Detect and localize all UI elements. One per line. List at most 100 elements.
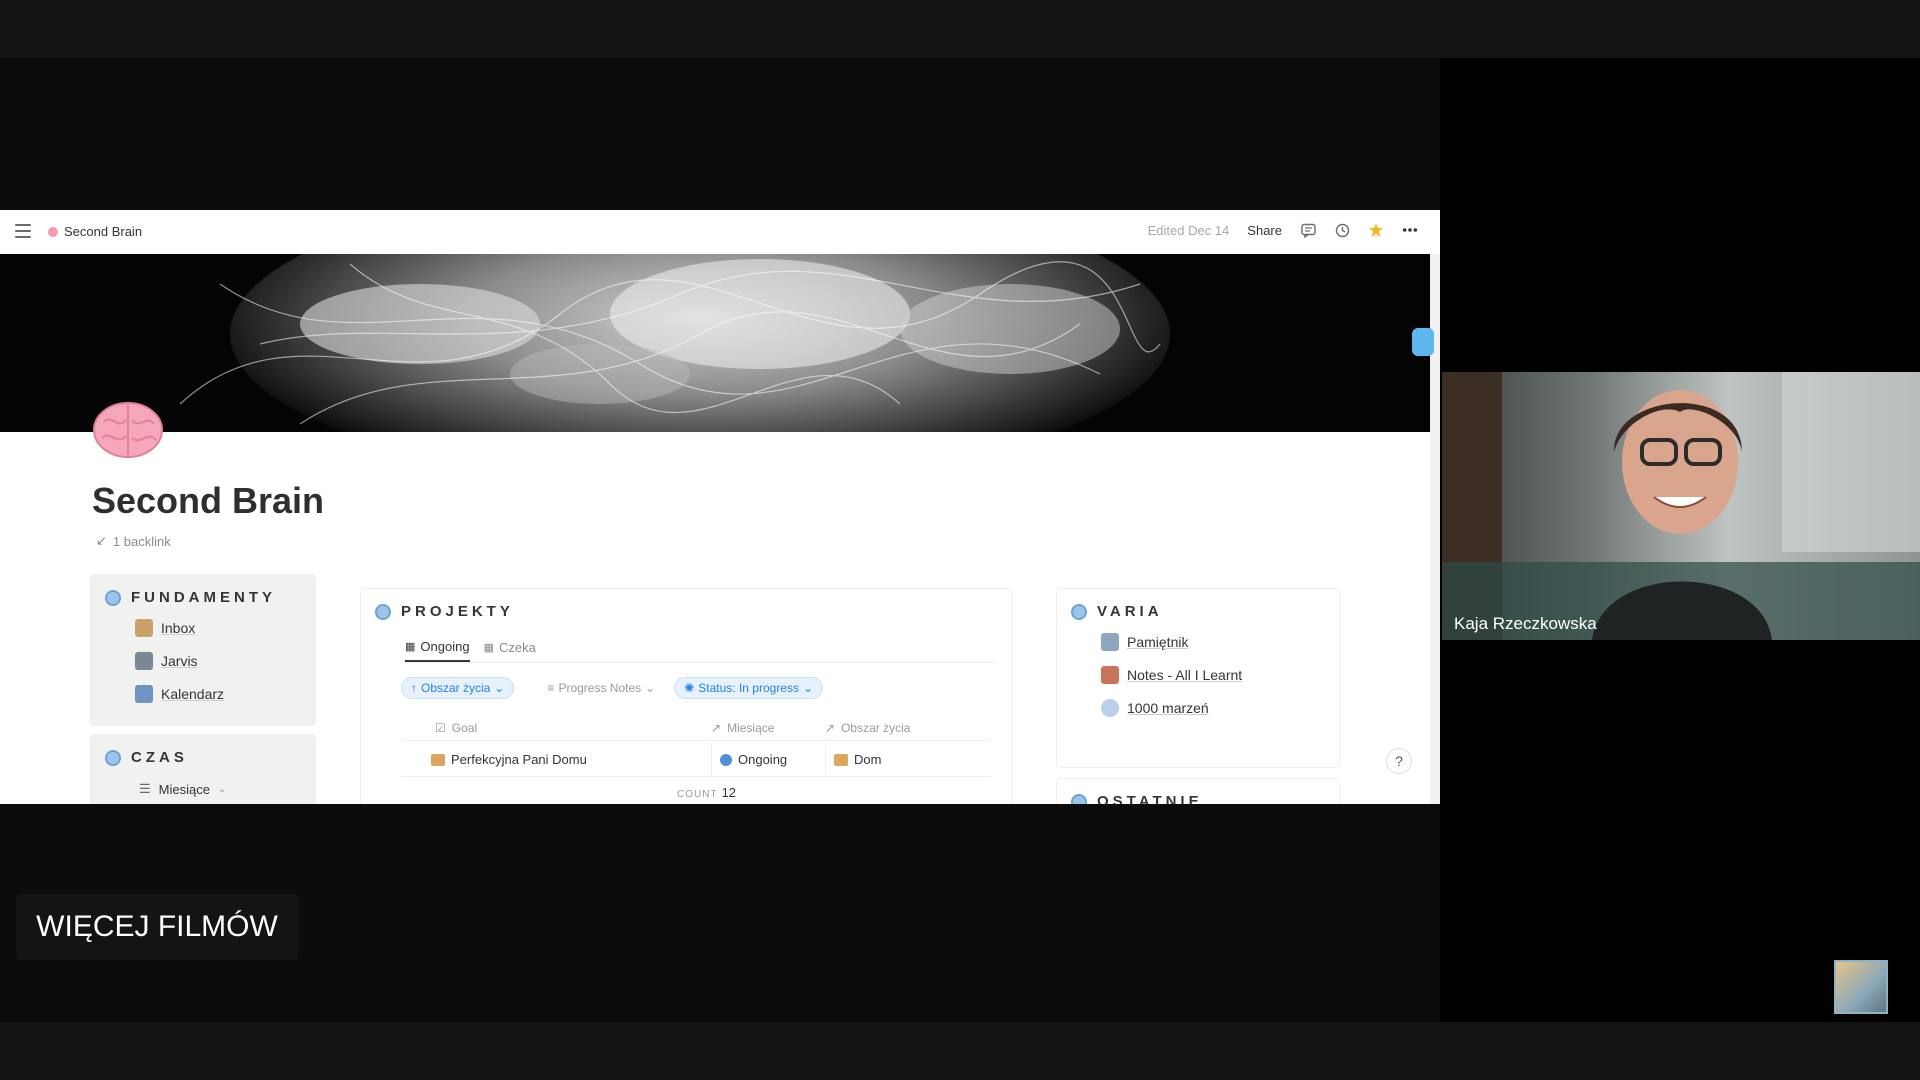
view-label: Miesiące [158, 781, 210, 797]
varia-card: VARIA Pamiętnik Notes - All I Learnt 100… [1056, 588, 1340, 768]
column-miesiace[interactable]: ↗ Miesiące [711, 715, 825, 740]
item-label: Notes - All I Learnt [1127, 667, 1243, 683]
checkbox-icon: ☑ [435, 720, 446, 735]
czas-heading: CZAS [105, 749, 188, 766]
varia-heading: VARIA [1071, 603, 1163, 620]
house-icon [834, 753, 848, 766]
inbox-icon [135, 619, 153, 637]
globe-icon [1071, 793, 1087, 804]
brain-icon [48, 226, 58, 237]
relation-arrow-icon: ↗ [825, 720, 836, 735]
view-tabs: ▦ Ongoing ▦ Czeka [405, 639, 995, 663]
goal-label: Perfekcyjna Pani Domu [451, 752, 587, 767]
count-label: COUNT [677, 789, 718, 800]
speaker-video: Kaja Rzeczkowska [1442, 372, 1920, 640]
tab-ongoing[interactable]: ▦ Ongoing [405, 639, 470, 662]
channel-avatar[interactable] [1834, 960, 1888, 1014]
table-icon: ▦ [405, 641, 416, 653]
globe-icon [105, 589, 121, 606]
projekty-heading: PROJEKTY [375, 603, 514, 620]
edited-timestamp: Edited Dec 14 [1147, 222, 1230, 238]
backlink-label: 1 backlink [112, 533, 171, 549]
comment-icon[interactable] [1300, 222, 1316, 238]
table-row[interactable]: Perfekcyjna Pani Domu Ongoing Dom [401, 743, 991, 777]
page-title: Second Brain [92, 480, 325, 521]
column-label: Goal [451, 720, 478, 735]
tab-label: Czeka [498, 640, 536, 655]
backlink-arrow-icon: ↙ [96, 533, 107, 548]
czas-view-selector[interactable]: ☰ Miesiące ⌄ [139, 781, 226, 797]
notion-topbar: Second Brain Edited Dec 14 Share [0, 210, 1440, 254]
chevron-down-icon: ⌄ [645, 681, 656, 695]
projekty-title: PROJEKTY [401, 603, 514, 620]
column-goal[interactable]: ☑ Goal [401, 715, 711, 740]
backlink[interactable]: ↙ 1 backlink [96, 533, 171, 549]
fundamenty-item-jarvis[interactable]: Jarvis [135, 652, 198, 670]
area-label: Dom [854, 752, 882, 767]
menu-icon[interactable] [15, 224, 31, 238]
ostatnie-heading: OSTATNIE [1071, 793, 1203, 804]
filter-progress-notes[interactable]: ≡ Progress Notes ⌄ [538, 677, 664, 699]
topbar-actions: Edited Dec 14 Share [1148, 222, 1418, 238]
projekty-card: PROJEKTY ▦ Ongoing ▦ Czeka ↑ Obszar życi… [360, 588, 1012, 804]
filter-label: Obszar życia [421, 681, 491, 695]
chevron-down-icon: ⌄ [217, 783, 227, 795]
varia-item-pamietnik[interactable]: Pamiętnik [1101, 633, 1188, 651]
area-cell[interactable]: Dom [825, 743, 985, 776]
tab-czeka[interactable]: ▦ Czeka [484, 639, 536, 662]
fundamenty-item-kalendarz[interactable]: Kalendarz [135, 685, 224, 703]
book-icon [1101, 666, 1119, 684]
globe-icon [375, 603, 391, 620]
filter-status[interactable]: ✺ Status: In progress ⌄ [674, 677, 824, 699]
count-value: 12 [721, 785, 737, 800]
thought-bubble-icon [1101, 699, 1119, 717]
status-spinner-icon: ✺ [684, 681, 695, 695]
house-icon [431, 753, 445, 766]
item-label: Pamiętnik [1127, 634, 1189, 650]
chevron-down-icon: ⌄ [802, 681, 814, 695]
speaker-video-frame [1442, 372, 1920, 640]
more-options-icon[interactable] [1402, 222, 1418, 238]
lines-icon: ≡ [547, 681, 555, 695]
varia-item-marzen[interactable]: 1000 marzeń [1101, 699, 1209, 717]
item-label: 1000 marzeń [1127, 700, 1209, 716]
ostatnie-title: OSTATNIE [1097, 793, 1203, 804]
table-count: COUNT 12 [677, 785, 736, 800]
shared-screen: Second Brain Edited Dec 14 Share Second … [0, 210, 1440, 804]
list-icon: ☰ [139, 781, 151, 796]
top-letterbox [0, 0, 1920, 58]
globe-icon [105, 749, 121, 766]
status-label: Ongoing [738, 752, 788, 767]
breadcrumb[interactable]: Second Brain [48, 224, 142, 239]
relation-arrow-icon: ↗ [711, 720, 722, 735]
side-panel-handle[interactable] [1412, 328, 1434, 356]
table-icon: ▦ [483, 642, 494, 654]
fundamenty-card: FUNDAMENTY Inbox Jarvis Kalendarz [90, 574, 316, 726]
help-button[interactable]: ? [1386, 748, 1412, 774]
speaker-name: Kaja Rzeczkowska [1454, 614, 1597, 633]
goal-cell[interactable]: Perfekcyjna Pani Domu [401, 743, 711, 776]
chevron-down-icon: ⌄ [494, 681, 505, 695]
brain-page-icon[interactable] [92, 400, 164, 462]
column-label: Obszar życia [841, 720, 911, 735]
varia-title: VARIA [1097, 603, 1163, 620]
notebook-icon [1101, 633, 1119, 651]
breadcrumb-label: Second Brain [64, 224, 143, 239]
column-obszar-zycia[interactable]: ↗ Obszar życia [825, 715, 985, 740]
calendar-icon [135, 685, 153, 703]
czas-card: CZAS ☰ Miesiące ⌄ [90, 734, 316, 804]
fundamenty-item-inbox[interactable]: Inbox [135, 619, 195, 637]
ostatnie-card: OSTATNIE [1056, 778, 1340, 804]
fundamenty-title: FUNDAMENTY [131, 589, 276, 606]
varia-item-notes[interactable]: Notes - All I Learnt [1101, 666, 1242, 684]
filter-obszar-zycia[interactable]: ↑ Obszar życia ⌄ [401, 677, 515, 699]
favorite-star-icon[interactable] [1368, 222, 1384, 238]
globe-icon [720, 753, 732, 766]
share-button[interactable]: Share [1247, 223, 1282, 238]
meeting-stage: { "app": { "breadcrumb": "Second Brain",… [0, 0, 1920, 1080]
item-label: Jarvis [161, 653, 198, 669]
bottom-letterbox [0, 1022, 1920, 1080]
more-videos-button[interactable]: WIĘCEJ FILMÓW [16, 894, 298, 960]
history-clock-icon[interactable] [1334, 222, 1350, 238]
status-cell[interactable]: Ongoing [711, 743, 825, 776]
